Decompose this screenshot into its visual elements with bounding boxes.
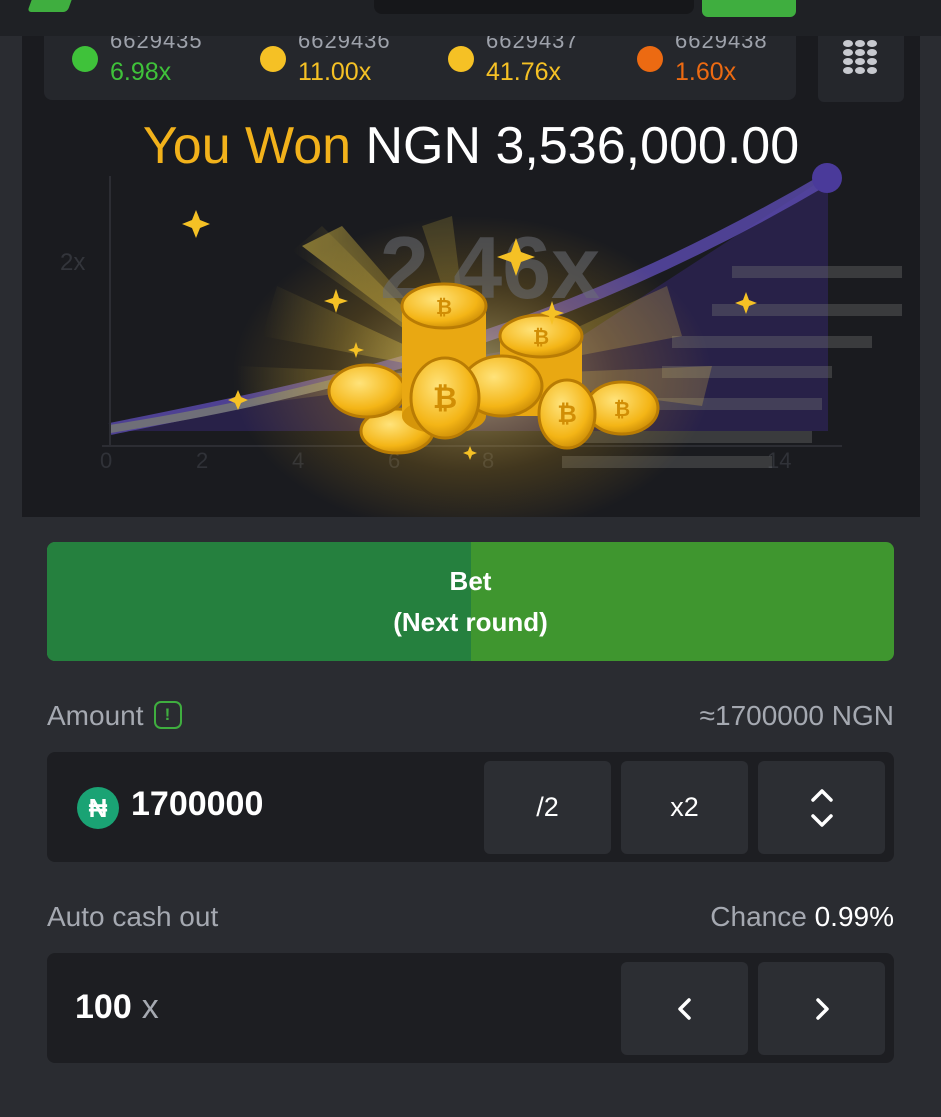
chance-label: Chance — [710, 901, 807, 932]
auto-cashout-input[interactable]: 100 — [75, 988, 132, 1026]
chance-value: 0.99% — [814, 901, 894, 932]
logo-icon — [27, 0, 77, 12]
chart-x-tick: 0 — [100, 448, 112, 473]
bet-button-label: Bet — [449, 565, 492, 596]
history-grid-button[interactable] — [818, 36, 904, 102]
status-dot — [448, 46, 474, 72]
double-button[interactable]: x2 — [621, 761, 748, 854]
amount-label-row: Amount! ≈1700000 NGN — [47, 700, 894, 734]
info-icon[interactable]: ! — [153, 700, 182, 729]
amount-input[interactable]: 1700000 — [131, 785, 263, 824]
grid-icon — [843, 40, 877, 74]
amount-equivalent: ≈1700000 NGN — [699, 700, 894, 731]
round-multiplier: 6.98x — [110, 58, 172, 86]
chevron-left-icon — [677, 997, 691, 1020]
win-banner: You Won NGN 3,536,000.00 — [22, 116, 920, 176]
round-id: 6629437 — [486, 36, 579, 53]
deposit-button[interactable] — [702, 0, 796, 17]
balance-field — [374, 0, 694, 14]
round-multiplier: 11.00x — [298, 58, 372, 86]
chart-x-tick: 2 — [196, 448, 208, 473]
svg-text:₿: ₿ — [433, 381, 457, 416]
amount-panel: ₦ 1700000 /2 x2 — [47, 752, 894, 862]
auto-cashout-label: Auto cash out — [47, 901, 219, 932]
naira-icon: ₦ — [77, 787, 119, 829]
round-id: 6629435 — [110, 36, 203, 53]
round-id: 6629438 — [675, 36, 768, 53]
status-dot — [637, 46, 663, 72]
chevron-right-icon — [815, 997, 829, 1020]
status-dot — [260, 46, 286, 72]
up-down-chevron-icon — [810, 788, 833, 827]
round-id: 6629436 — [298, 36, 391, 53]
multiplier-chart: 2x 0246814 2.46x — [60, 163, 902, 517]
win-label: You Won — [142, 117, 352, 175]
amount-label: Amount — [47, 700, 144, 731]
increase-cashout-button[interactable] — [758, 962, 885, 1055]
round-history: 6629435 6.98x 6629436 11.00x 6629437 41.… — [44, 36, 796, 100]
svg-text:₿: ₿ — [436, 295, 452, 319]
game-stage: 2x 0246814 2.46x — [22, 36, 920, 517]
top-bar — [0, 0, 941, 36]
chart-y-tick: 2x — [60, 249, 85, 276]
bet-button[interactable]: Bet (Next round) — [47, 542, 894, 661]
round-multiplier: 1.60x — [675, 58, 737, 86]
amount-stepper-button[interactable] — [758, 761, 885, 854]
halve-button[interactable]: /2 — [484, 761, 611, 854]
svg-text:₿: ₿ — [557, 400, 577, 428]
svg-text:₿: ₿ — [533, 325, 549, 349]
bet-button-sublabel: (Next round) — [393, 606, 548, 637]
auto-cashout-panel: 100 x — [47, 953, 894, 1063]
cashout-label-row: Auto cash out Chance 0.99% — [47, 901, 894, 935]
win-amount: NGN 3,536,000.00 — [365, 117, 800, 175]
round-multiplier: 41.76x — [486, 58, 562, 86]
status-dot — [72, 46, 98, 72]
decrease-cashout-button[interactable] — [621, 962, 748, 1055]
multiplier-suffix: x — [141, 988, 159, 1026]
svg-text:₿: ₿ — [614, 397, 630, 421]
